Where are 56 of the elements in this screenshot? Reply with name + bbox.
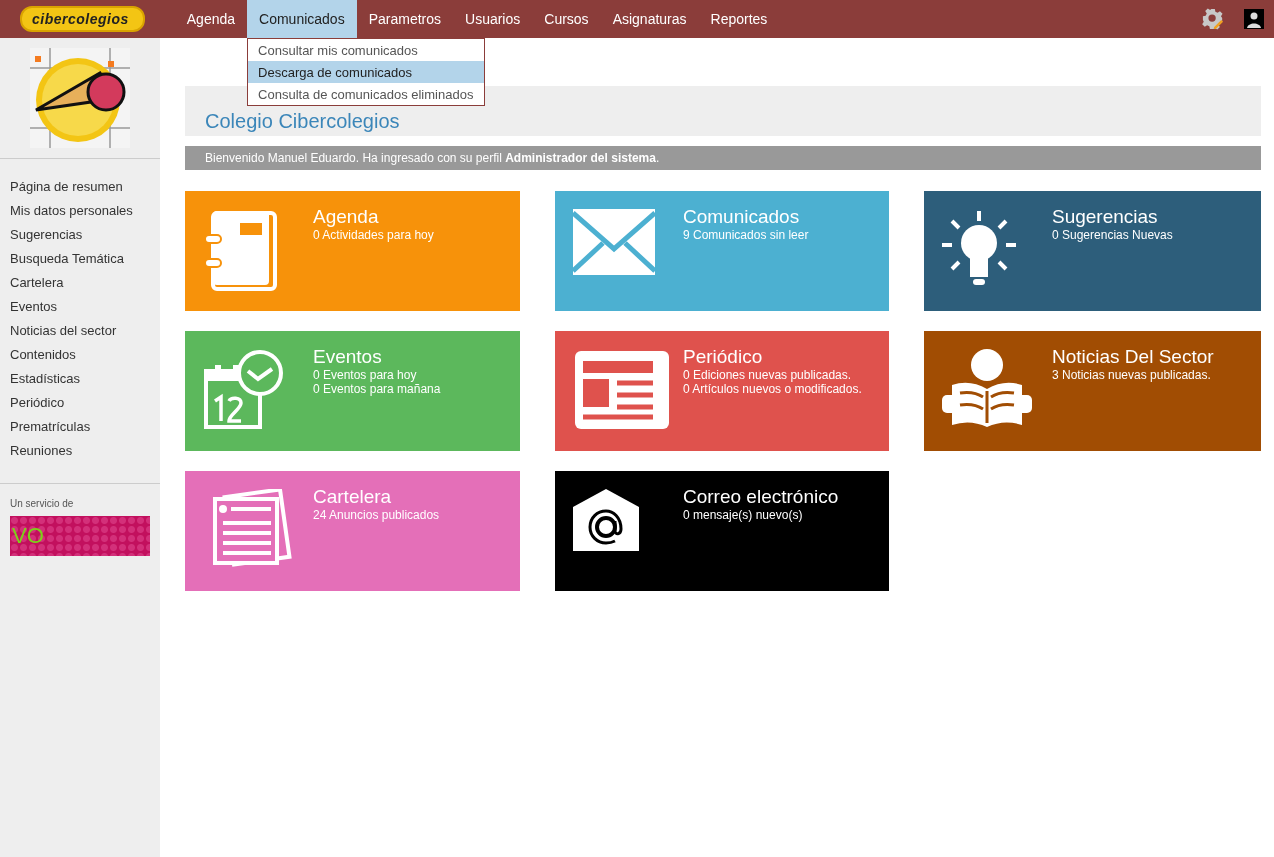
nav-tab[interactable]: Asignaturas bbox=[600, 0, 699, 38]
tile-subtitle: 0 Actividades para hoy bbox=[313, 228, 434, 242]
tile-subtitle: 24 Anuncios publicados bbox=[313, 508, 440, 522]
welcome-message: Bienvenido Manuel Eduardo. Ha ingresado con su perfil Administrador del sistema. bbox=[185, 146, 1261, 170]
tile-subtitle: 0 Eventos para mañana bbox=[313, 382, 441, 396]
dashboard-tile[interactable]: Sugerencias 0 Sugerencias Nuevas bbox=[924, 191, 1261, 311]
tile-subtitle: 0 Ediciones nuevas publicadas. bbox=[683, 368, 853, 382]
tile-title: Periódico bbox=[683, 346, 764, 368]
sidebar-link[interactable]: Prematrículas bbox=[10, 419, 91, 434]
nav-tab[interactable]: Agenda bbox=[174, 0, 248, 38]
sidebar-link[interactable]: Sugerencias bbox=[10, 227, 83, 242]
dropdown-item[interactable]: Descarga de comunicados bbox=[248, 61, 485, 83]
person-reading-icon bbox=[942, 349, 1032, 429]
tile-subtitle: 3 Noticias nuevas publicadas. bbox=[1052, 368, 1212, 382]
settings-icon[interactable] bbox=[1202, 8, 1224, 30]
dashboard-tile[interactable]: Noticias Del Sector 3 Noticias nuevas publicadas. bbox=[924, 331, 1261, 451]
dashboard-tile[interactable]: Periódico 0 Ediciones nuevas publicadas. 0 Artículos nuevos o modificados. bbox=[555, 331, 889, 451]
sidebar-link[interactable]: Cartelera bbox=[10, 275, 64, 290]
tile-title: Noticias Del Sector bbox=[1052, 346, 1214, 368]
tile-title: Eventos bbox=[313, 346, 383, 368]
email-envelope-icon bbox=[573, 489, 639, 551]
tile-title: Sugerencias bbox=[1052, 206, 1159, 228]
notebook-icon bbox=[203, 209, 279, 291]
tile-title: Agenda bbox=[313, 206, 380, 228]
sidebar-link[interactable]: Eventos bbox=[10, 299, 57, 314]
avatar-icon[interactable] bbox=[1244, 9, 1264, 29]
calendar-clock-icon bbox=[203, 349, 285, 431]
school-title: Colegio Cibercolegios bbox=[205, 110, 400, 133]
newspaper-icon bbox=[573, 349, 671, 431]
nav-tab[interactable]: Comunicados bbox=[247, 0, 357, 38]
sidebar-link[interactable]: Mis datos personales bbox=[10, 203, 133, 218]
dropdown-item[interactable]: Consulta de comunicados eliminados bbox=[248, 83, 485, 105]
nav-tab[interactable]: Usuarios bbox=[453, 0, 533, 38]
logo[interactable]: cibercolegios bbox=[20, 6, 145, 32]
tile-subtitle: 0 Artículos nuevos o modificados. bbox=[683, 382, 862, 396]
nav-tab[interactable]: Parametros bbox=[356, 0, 453, 38]
service-label: Un servicio de bbox=[10, 498, 75, 509]
tile-title: Correo electrónico bbox=[683, 486, 839, 508]
nav-tab[interactable]: Cursos bbox=[532, 0, 601, 38]
tile-subtitle: 0 Eventos para hoy bbox=[313, 368, 418, 382]
sidebar-link[interactable]: Página de resumen bbox=[10, 179, 123, 194]
sidebar-link[interactable]: Estadísticas bbox=[10, 371, 81, 386]
sidebar-link[interactable]: Periódico bbox=[10, 395, 65, 410]
nav-tab[interactable]: Reportes bbox=[698, 0, 780, 38]
envelope-icon bbox=[573, 209, 655, 275]
dashboard-tile[interactable]: Correo electrónico 0 mensaje(s) nuevo(s) bbox=[555, 471, 889, 591]
sidebar-link[interactable]: Noticias del sector bbox=[10, 323, 117, 338]
sidebar-link[interactable]: Reuniones bbox=[10, 443, 73, 458]
dropdown-item[interactable]: Consultar mis comunicados bbox=[248, 39, 485, 61]
sidebar-link[interactable]: Busqueda Temática bbox=[10, 251, 124, 266]
tile-title: Cartelera bbox=[313, 486, 393, 508]
tile-subtitle: 9 Comunicados sin leer bbox=[683, 228, 809, 242]
tile-title: Comunicados bbox=[683, 206, 801, 228]
tile-subtitle: 0 mensaje(s) nuevo(s) bbox=[683, 508, 804, 522]
tile-subtitle: 0 Sugerencias Nuevas bbox=[1052, 228, 1173, 242]
sidebar-link[interactable]: Contenidos bbox=[10, 347, 76, 362]
